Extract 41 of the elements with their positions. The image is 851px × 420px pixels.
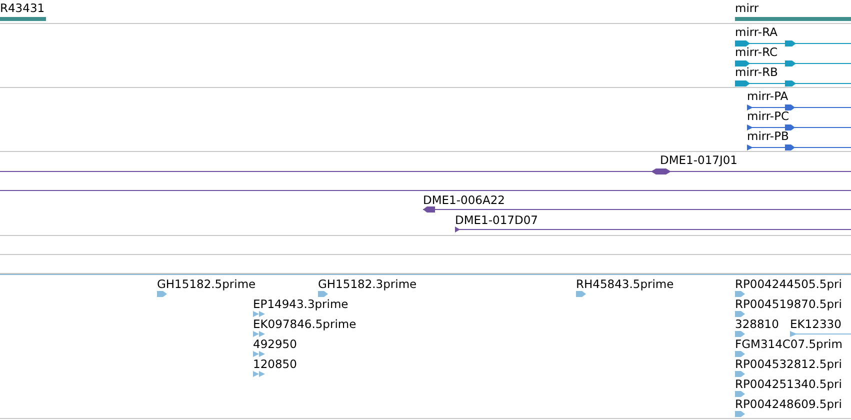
feature-label[interactable]: GH15182.3prime: [318, 277, 417, 291]
feature-label[interactable]: RH45843.5prime: [576, 277, 674, 291]
feature-label[interactable]: DME1-006A22: [423, 193, 505, 207]
arrow-icon: [157, 291, 167, 297]
feature-label[interactable]: mirr-RA: [735, 25, 778, 39]
feature-label[interactable]: mirr: [735, 1, 759, 15]
gene-bar: [0, 17, 46, 21]
feature-label[interactable]: EP14943.3prime: [253, 297, 348, 311]
arrow-icon: [735, 291, 745, 297]
feature-label[interactable]: 492950: [253, 337, 297, 351]
feature-label[interactable]: mirr-PA: [747, 89, 788, 103]
feature-label[interactable]: DME1-017D07: [455, 213, 538, 227]
feature-label[interactable]: RP004251340.5pri: [735, 377, 842, 391]
feature-label[interactable]: RP004244505.5pri: [735, 277, 842, 291]
double-arrow-icon: [253, 311, 265, 317]
feature-label[interactable]: mirr-PC: [747, 109, 790, 123]
est-glyph: [790, 331, 851, 337]
double-arrow-icon: [253, 331, 265, 337]
feature-label[interactable]: mirr-RC: [735, 45, 778, 59]
feature-label[interactable]: 120850: [253, 357, 297, 371]
arrow-icon: [735, 391, 745, 397]
arrow-icon: [735, 371, 745, 377]
feature-label[interactable]: mirr-RB: [735, 65, 778, 79]
feature-label[interactable]: GH15182.5prime: [157, 277, 256, 291]
double-arrow-icon: [253, 351, 265, 357]
feature-label[interactable]: EK097846.5prime: [253, 317, 356, 331]
feature-label[interactable]: RP004532812.5pri: [735, 357, 842, 371]
feature-label[interactable]: DME1-017J01: [660, 153, 738, 167]
arrow-icon: [318, 291, 328, 297]
feature-label[interactable]: FGM314C07.5prim: [735, 337, 842, 351]
arrow-icon: [735, 311, 745, 317]
feature-label[interactable]: R43431: [0, 1, 45, 15]
arrow-icon: [576, 291, 586, 297]
feature-label[interactable]: RP004519870.5pri: [735, 297, 842, 311]
feature-label[interactable]: mirr-PB: [747, 129, 789, 143]
double-arrow-icon: [253, 371, 265, 377]
feature-label[interactable]: 328810: [735, 317, 779, 331]
arrow-icon: [735, 351, 745, 357]
arrow-icon: [735, 331, 745, 337]
feature-label[interactable]: RP004248609.5pri: [735, 397, 842, 411]
feature-label[interactable]: EK12330: [790, 317, 842, 331]
